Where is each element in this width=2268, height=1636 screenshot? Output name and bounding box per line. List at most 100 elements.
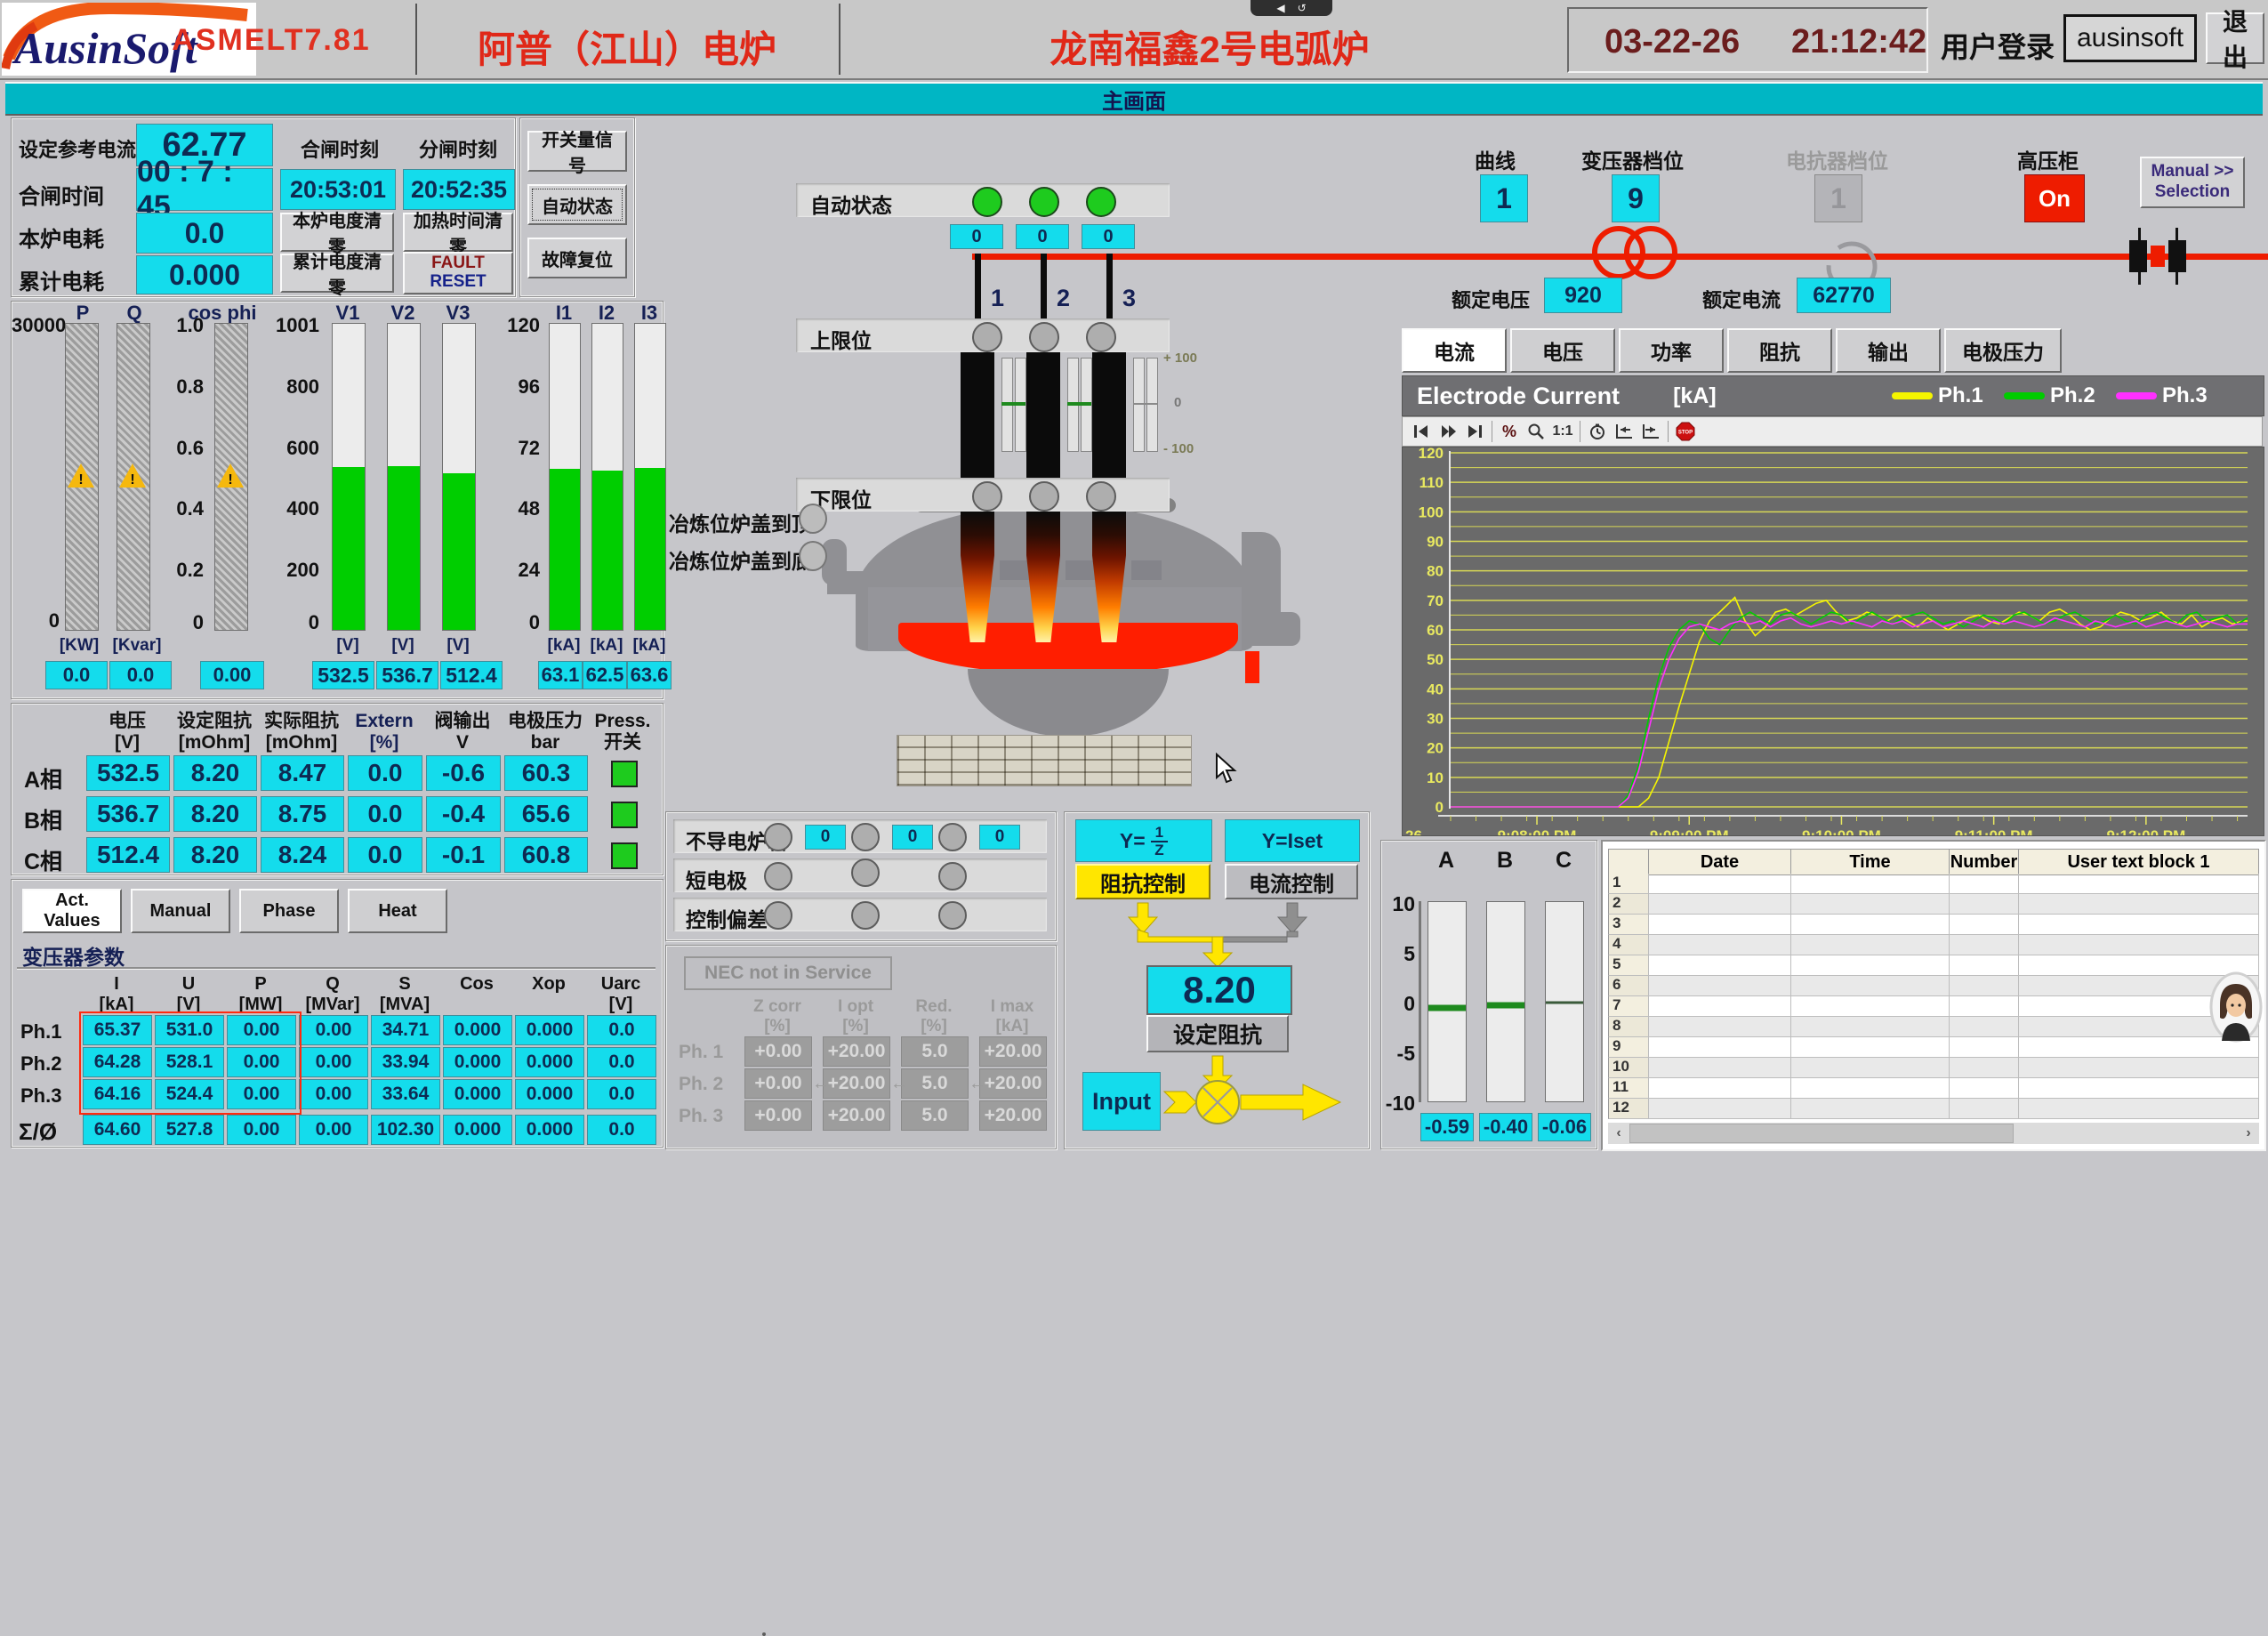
event-row[interactable]: 2 — [1608, 894, 2259, 915]
trend-tab-current[interactable]: 电流 — [1402, 328, 1507, 373]
short-electrode-light-2 — [851, 858, 880, 887]
nav-overlay[interactable]: ◀ ↺ — [1251, 0, 1332, 16]
manual-selection-button[interactable]: Manual >> Selection — [2140, 157, 2245, 208]
upper-limit-label: 上限位 — [810, 324, 872, 354]
event-row[interactable]: 1 — [1608, 874, 2259, 894]
clear-heat-time-button[interactable]: 加热时间清零 — [403, 213, 513, 252]
fault-reset-button[interactable]: FAULT RESET — [403, 252, 513, 294]
event-row[interactable]: 10 — [1608, 1058, 2259, 1078]
svg-text:80: 80 — [1427, 563, 1444, 580]
press-switch-light — [611, 802, 638, 828]
curve-value[interactable]: 1 — [1480, 174, 1528, 222]
nec-flow-arrow: ← — [812, 1074, 830, 1094]
clear-total-energy-button[interactable]: 累计电度清零 — [280, 254, 394, 293]
phase-cell: -0.1 — [426, 837, 501, 873]
tab-manual[interactable]: Manual — [131, 889, 230, 933]
xfmr-cell: 0.000 — [443, 1079, 512, 1109]
tab-heat[interactable]: Heat — [348, 889, 447, 933]
event-row[interactable]: 3 — [1608, 915, 2259, 935]
event-row[interactable]: 5 — [1608, 955, 2259, 976]
phase-a-deviation-bar — [1428, 901, 1467, 1102]
nec-col-header: I opt[%] — [823, 997, 889, 1036]
tab-act-values[interactable]: Act. Values — [22, 889, 122, 933]
trend-header: Electrode Current [kA] Ph.1 Ph.2 Ph.3 — [1402, 375, 2264, 416]
avatar[interactable] — [2209, 971, 2263, 1043]
event-col-number[interactable]: Number — [1950, 849, 2019, 875]
io-signals-button[interactable]: 开关量信号 — [527, 131, 627, 172]
trend-tab-impedance[interactable]: 阻抗 — [1727, 328, 1832, 373]
manual-selection-line2: Selection — [2155, 182, 2230, 203]
phase-c-value: -0.06 — [1538, 1113, 1591, 1141]
stop-icon[interactable]: STOP — [1672, 420, 1699, 443]
export-begin-icon[interactable] — [1611, 420, 1637, 443]
svg-text:10: 10 — [1427, 770, 1444, 786]
nec-row-name: Ph. 3 — [679, 1106, 723, 1127]
event-row[interactable]: 8 — [1608, 1017, 2259, 1037]
nav-back-icon[interactable]: ◀ — [1276, 2, 1284, 14]
scroll-left-icon[interactable]: ‹ — [1608, 1125, 1629, 1141]
v1-label: V1 — [332, 302, 364, 325]
top-header: AusinSoft ASMELT7.81 阿普（江山）电炉 龙南福鑫2号电弧炉 … — [0, 0, 2268, 80]
trend-tab-power[interactable]: 功率 — [1619, 328, 1724, 373]
nav-refresh-icon[interactable]: ↺ — [1298, 2, 1307, 14]
one-to-one-icon[interactable]: 1:1 — [1549, 420, 1576, 443]
export-end-icon[interactable] — [1637, 420, 1664, 443]
electrode3-upper-limit-light — [1086, 322, 1116, 352]
fault-reset-line1: FAULT — [431, 254, 485, 273]
position-scale-mid: 0 — [1174, 395, 1181, 410]
event-row[interactable]: 6 — [1608, 976, 2259, 996]
event-row[interactable]: 7 — [1608, 996, 2259, 1017]
trend-tab-output[interactable]: 输出 — [1836, 328, 1941, 373]
xfmr-cell: 0.00 — [299, 1079, 368, 1109]
v2-gauge-bar — [387, 323, 421, 631]
event-table-scrollbar[interactable]: ‹ › — [1608, 1123, 2259, 1144]
percent-scale-icon[interactable]: % — [1496, 420, 1523, 443]
setpoint-label-button[interactable]: 设定阻抗 — [1146, 1015, 1289, 1052]
v2-label: V2 — [387, 302, 419, 325]
svg-text:9:12:00 PM: 9:12:00 PM — [2106, 827, 2185, 835]
svg-text:110: 110 — [1420, 474, 1444, 491]
event-col-date[interactable]: Date — [1649, 849, 1791, 875]
exit-button[interactable]: 退出 — [2206, 12, 2264, 64]
furnace-left-port — [827, 571, 866, 594]
svg-text:50: 50 — [1427, 651, 1444, 668]
nonconductive-count-2: 0 — [892, 825, 933, 850]
phase-cell: 60.8 — [504, 837, 588, 873]
nonconductive-light-1 — [762, 1632, 766, 1636]
event-row[interactable]: 4 — [1608, 935, 2259, 955]
scroll-right-icon[interactable]: › — [2238, 1125, 2259, 1141]
trend-chart[interactable]: 01020304050607080901001101209:08:00 PM9:… — [1402, 447, 2264, 836]
zoom-icon[interactable] — [1523, 420, 1549, 443]
phase-a-marker — [1428, 1004, 1466, 1011]
fast-forward-icon[interactable] — [1435, 420, 1461, 443]
clock-icon[interactable] — [1584, 420, 1611, 443]
auto-status-button[interactable]: 自动状态 — [527, 184, 627, 225]
xfmr-cell: 0.0 — [587, 1115, 656, 1145]
trend-tab-pressure[interactable]: 电极压力 — [1944, 328, 2062, 373]
skip-start-icon[interactable] — [1408, 420, 1435, 443]
impedance-setpoint[interactable]: 8.20 — [1146, 965, 1292, 1015]
trend-tab-voltage[interactable]: 电压 — [1510, 328, 1615, 373]
manual-selection-line1: Manual >> — [2151, 162, 2234, 182]
transformer-tap-value[interactable]: 9 — [1612, 174, 1660, 222]
event-col-time[interactable]: Time — [1791, 849, 1950, 875]
user-button[interactable]: ausinsoft — [2063, 14, 2197, 62]
input-button[interactable]: Input — [1082, 1072, 1161, 1131]
event-row[interactable]: 9 — [1608, 1037, 2259, 1058]
phase-row-name: B相 — [24, 803, 62, 835]
trend-plot[interactable]: 01020304050607080901001101209:08:00 PM9:… — [1403, 447, 2264, 835]
skip-end-icon[interactable] — [1461, 420, 1488, 443]
short-electrode-light-1 — [764, 862, 792, 891]
scroll-thumb[interactable] — [1629, 1124, 2014, 1143]
nec-col-header: I max[kA] — [979, 997, 1045, 1036]
on-time-label: 合闸时间 — [19, 179, 104, 210]
phase-cell: 8.20 — [173, 837, 257, 873]
hv-cabinet-state[interactable]: On — [2024, 174, 2085, 222]
tab-phase[interactable]: Phase — [239, 889, 339, 933]
fault-reset-side-button[interactable]: 故障复位 — [527, 238, 627, 278]
xfmr-cell: 0.0 — [587, 1015, 656, 1045]
event-row[interactable]: 11 — [1608, 1078, 2259, 1099]
event-col-usertext[interactable]: User text block 1 — [2019, 849, 2259, 875]
event-row[interactable]: 12 — [1608, 1099, 2259, 1119]
clear-heat-energy-button[interactable]: 本炉电度清零 — [280, 213, 394, 252]
